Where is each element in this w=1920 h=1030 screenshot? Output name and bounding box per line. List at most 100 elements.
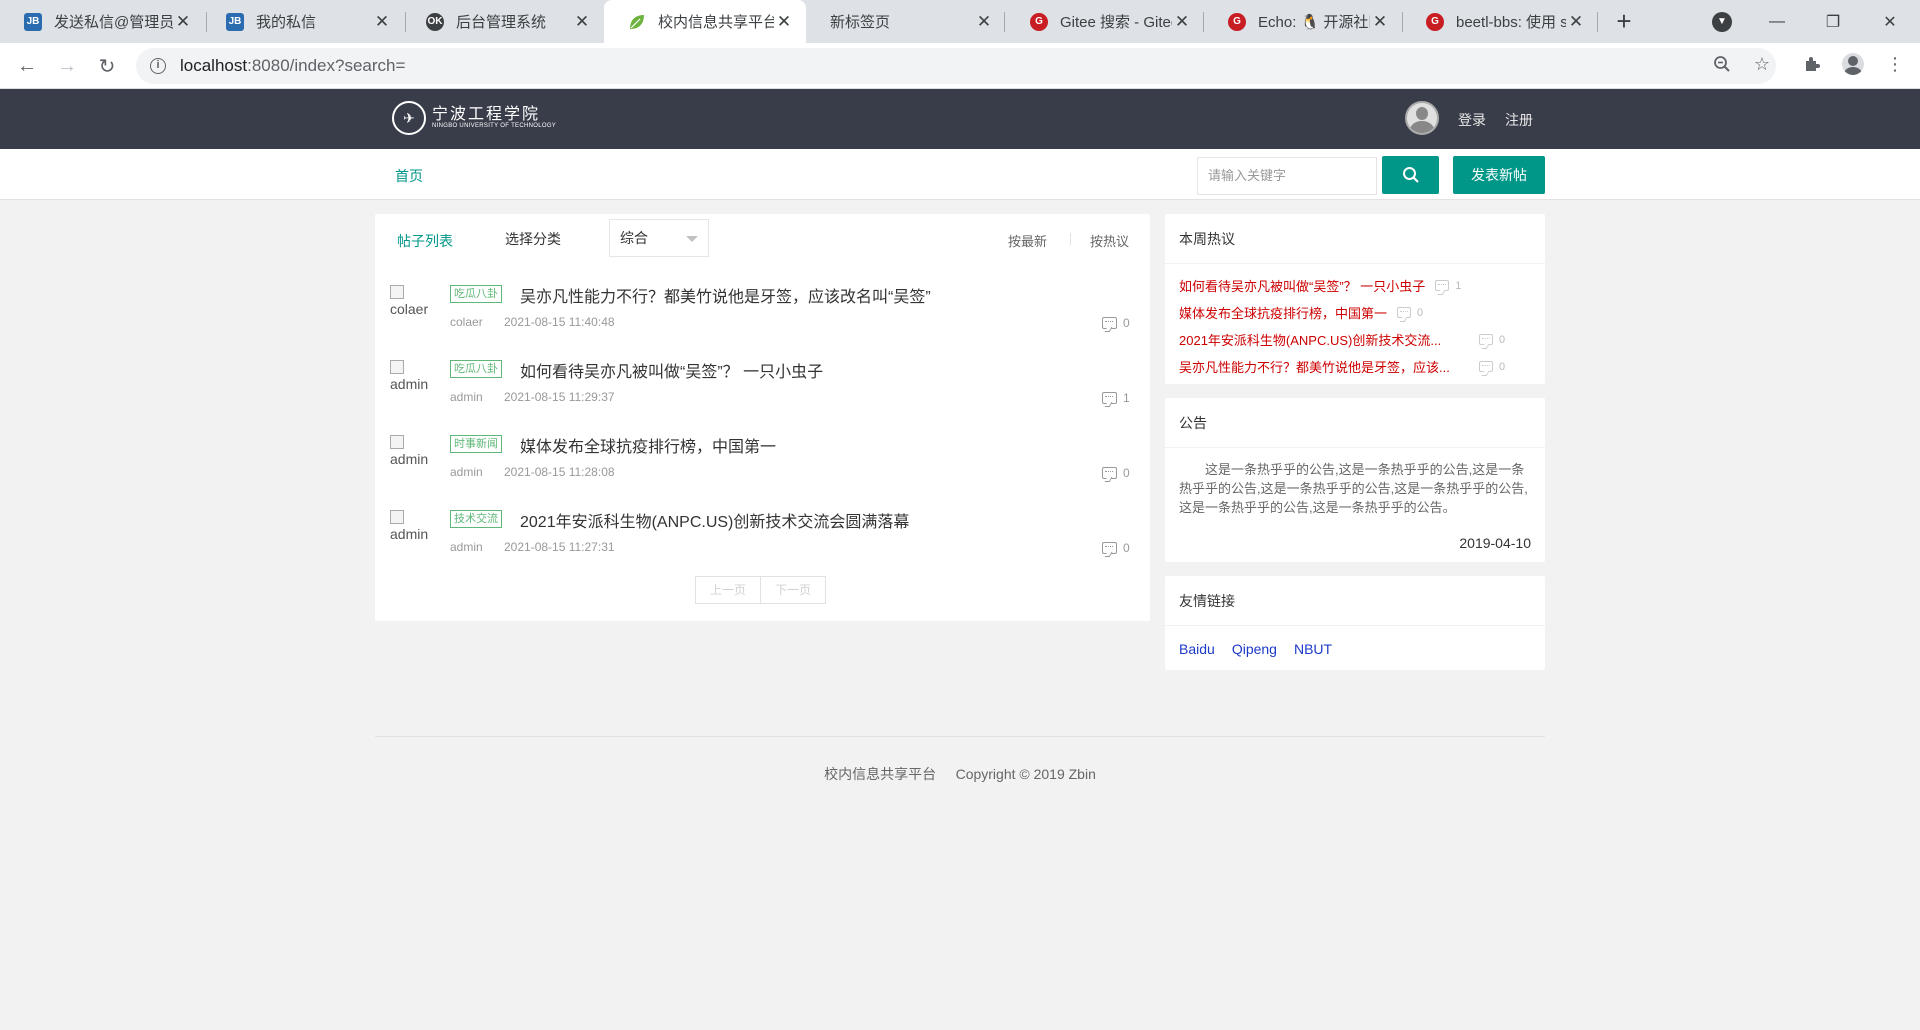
notice-date: 2019-04-10 [1459, 535, 1531, 551]
broken-image-icon [390, 435, 404, 449]
hot-topic-link[interactable]: 2021年安派科生物(ANPC.US)创新技术交流... 0 [1179, 330, 1505, 349]
extensions-icon[interactable] [1799, 51, 1825, 77]
friend-link[interactable]: Baidu [1179, 641, 1215, 657]
school-emblem-icon: ✈ [392, 101, 426, 135]
close-icon[interactable]: ✕ [974, 12, 994, 32]
broken-image-icon [390, 360, 404, 374]
site-logo-icon: JB [226, 12, 244, 31]
close-icon[interactable]: ✕ [572, 12, 592, 32]
window-close-icon[interactable]: ✕ [1862, 0, 1918, 43]
hot-topic-link[interactable]: 媒体发布全球抗疫排行榜，中国第一 0 [1179, 303, 1423, 322]
post-author[interactable]: colaer [450, 315, 483, 329]
minimize-icon[interactable]: — [1749, 0, 1805, 43]
user-avatar[interactable] [1405, 101, 1439, 135]
avatar-alt-text: admin [390, 376, 429, 392]
new-post-button[interactable]: 发表新帖 [1453, 156, 1545, 194]
browser-tab[interactable]: OK 后台管理系统 ✕ [402, 0, 604, 43]
zoom-icon[interactable] [1709, 51, 1735, 77]
author-avatar[interactable]: admin [390, 360, 435, 392]
profile-icon[interactable] [1840, 51, 1866, 77]
hot-topic-title: 2021年安派科生物(ANPC.US)创新技术交流... [1179, 333, 1442, 348]
post-title-link[interactable]: 吴亦凡性能力不行？都美竹说他是牙签，应该改名叫“吴签” [520, 283, 931, 307]
hot-topic-link[interactable]: 如何看待吴亦凡被叫做“吴签”？ 一只小虫子 1 [1179, 276, 1461, 295]
friend-link[interactable]: NBUT [1294, 641, 1332, 657]
pagination: 上一页 下一页 [695, 576, 827, 604]
menu-icon[interactable]: ⋮ [1882, 51, 1908, 77]
post-title-link[interactable]: 媒体发布全球抗疫排行榜，中国第一 [520, 433, 776, 457]
next-page-button[interactable]: 下一页 [761, 576, 827, 604]
browser-tab[interactable]: JB 我的私信 ✕ [202, 0, 404, 43]
browser-tab[interactable]: G beetl-bbs: 使用 s ✕ [1402, 0, 1598, 43]
bookmark-star-icon[interactable]: ☆ [1749, 51, 1775, 77]
restore-icon[interactable]: ❐ [1805, 0, 1861, 43]
address-bar[interactable]: i localhost:8080/index?search= [136, 48, 1776, 84]
category-badge: 吃瓜八卦 [450, 285, 502, 303]
list-item[interactable]: colaer 吃瓜八卦 吴亦凡性能力不行？都美竹说他是牙签，应该改名叫“吴签” … [375, 280, 1150, 355]
search-button[interactable] [1382, 156, 1439, 194]
login-link[interactable]: 登录 [1458, 110, 1486, 130]
category-badge: 时事新闻 [450, 435, 502, 453]
forward-icon[interactable]: → [52, 51, 82, 81]
close-icon[interactable]: ✕ [173, 12, 193, 32]
new-tab-icon[interactable]: + [1610, 8, 1638, 36]
url-path: :8080/index?search= [247, 56, 406, 75]
reload-icon[interactable]: ↻ [92, 51, 122, 81]
hot-topic-count: 0 [1417, 306, 1424, 319]
close-icon[interactable]: ✕ [1172, 12, 1192, 32]
category-label: 选择分类 [505, 231, 561, 247]
friend-link[interactable]: Qipeng [1232, 641, 1277, 657]
broken-image-icon [390, 510, 404, 524]
author-avatar[interactable]: colaer [390, 285, 435, 317]
gitee-icon: G [1426, 12, 1444, 31]
tab-divider [1004, 12, 1005, 32]
search-icon [1402, 167, 1419, 183]
sort-hot-link[interactable]: 按热议 [1090, 231, 1129, 250]
reply-count-value: 0 [1123, 541, 1130, 555]
list-item[interactable]: admin 时事新闻 媒体发布全球抗疫排行榜，中国第一 admin 2021-0… [375, 430, 1150, 505]
avatar-alt-text: admin [390, 526, 429, 542]
author-avatar[interactable]: admin [390, 510, 435, 542]
list-item[interactable]: admin 吃瓜八卦 如何看待吴亦凡被叫做“吴签”？ 一只小虫子 admin 2… [375, 355, 1150, 430]
hot-topic-count: 0 [1499, 360, 1506, 373]
tab-search-icon[interactable]: ▼ [1712, 12, 1732, 32]
info-icon[interactable]: i [150, 58, 166, 74]
browser-tab[interactable]: 新标签页 ✕ [806, 0, 1006, 43]
browser-tab[interactable]: G Echo: 🐧 开源社区 ✕ [1204, 0, 1402, 43]
sort-latest-link[interactable]: 按最新 [1008, 231, 1047, 250]
search-input[interactable]: 请输入关键字 [1197, 157, 1377, 195]
site-logo[interactable]: ✈ 宁波工程学院 NINGBO UNIVERSITY OF TECHNOLOGY [392, 101, 556, 135]
reply-count-value: 0 [1123, 466, 1130, 480]
post-author[interactable]: admin [450, 540, 483, 554]
post-title-link[interactable]: 如何看待吴亦凡被叫做“吴签”？ 一只小虫子 [520, 358, 823, 382]
close-icon[interactable]: ✕ [1370, 12, 1390, 32]
browser-tab[interactable]: JB 发送私信@管理员 ✕ [0, 0, 205, 43]
reply-count-value: 0 [1123, 316, 1130, 330]
gitee-icon: G [1030, 12, 1048, 31]
hot-topics-panel: 本周热议 如何看待吴亦凡被叫做“吴签”？ 一只小虫子 1 媒体发布全球抗疫排行榜… [1165, 214, 1545, 384]
post-author[interactable]: admin [450, 465, 483, 479]
browser-tab-active[interactable]: 校内信息共享平台 ✕ [604, 0, 806, 43]
home-link[interactable]: 首页 [395, 166, 423, 186]
hot-topic-link[interactable]: 吴亦凡性能力不行？都美竹说他是牙签，应该... 0 [1179, 357, 1505, 376]
prev-page-button[interactable]: 上一页 [695, 576, 762, 604]
tab-post-list[interactable]: 帖子列表 [397, 231, 453, 251]
list-item[interactable]: admin 技术交流 2021年安派科生物(ANPC.US)创新技术交流会圆满落… [375, 505, 1150, 580]
close-icon[interactable]: ✕ [372, 12, 392, 32]
category-select[interactable]: 综合 [609, 219, 709, 257]
back-icon[interactable]: ← [12, 51, 42, 81]
register-link[interactable]: 注册 [1505, 110, 1533, 130]
notice-text: 这是一条热乎乎的公告,这是一条热乎乎的公告,这是一条热乎乎的公告,这是一条热乎乎… [1179, 462, 1528, 515]
avatar-alt-text: colaer [390, 301, 429, 317]
gitee-icon: G [1228, 12, 1246, 31]
close-icon[interactable]: ✕ [1566, 12, 1586, 32]
browser-tab[interactable]: G Gitee 搜索 - Gitee ✕ [1006, 0, 1204, 43]
post-title-link[interactable]: 2021年安派科生物(ANPC.US)创新技术交流会圆满落幕 [520, 508, 909, 532]
post-time: 2021-08-15 11:28:08 [504, 465, 615, 479]
close-icon[interactable]: ✕ [774, 12, 794, 32]
comment-icon [1102, 542, 1117, 554]
friend-links-panel: 友情链接 Baidu Qipeng NBUT [1165, 576, 1545, 670]
author-avatar[interactable]: admin [390, 435, 435, 467]
friend-links: Baidu Qipeng NBUT [1179, 641, 1332, 657]
post-author[interactable]: admin [450, 390, 483, 404]
footer-site-name: 校内信息共享平台 [824, 766, 937, 782]
